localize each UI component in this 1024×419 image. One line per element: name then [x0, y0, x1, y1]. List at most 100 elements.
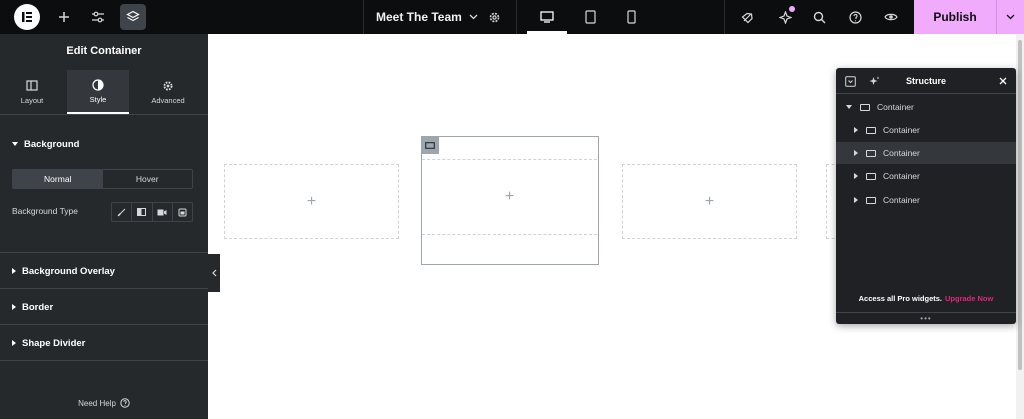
tab-normal[interactable]: Normal — [13, 170, 103, 188]
container-icon — [866, 196, 876, 204]
upgrade-now-link[interactable]: Upgrade Now — [945, 294, 993, 303]
sliders-icon[interactable] — [85, 0, 111, 34]
slideshow-icon[interactable] — [171, 203, 192, 221]
add-element-icon[interactable]: + — [505, 188, 514, 206]
divider — [516, 0, 517, 34]
structure-item[interactable]: Container — [836, 189, 1016, 211]
chevron-left-icon — [211, 269, 216, 277]
panel-title: Edit Container — [66, 45, 142, 57]
add-element-icon[interactable]: + — [705, 193, 714, 211]
container-handle[interactable] — [421, 136, 439, 154]
tab-label: Style — [89, 94, 107, 104]
background-type-label: Background Type — [12, 206, 78, 216]
section-title: Shape Divider — [22, 337, 86, 349]
section-title: Border — [22, 301, 54, 313]
brush-icon[interactable] — [112, 203, 131, 221]
publish-options-button[interactable] — [996, 0, 1024, 34]
resize-grip-icon[interactable]: ••• — [836, 312, 1016, 324]
chevron-down-icon — [1006, 14, 1015, 20]
need-help-link[interactable]: Need Help — [0, 398, 208, 408]
gear-icon[interactable] — [481, 0, 507, 34]
search-icon[interactable] — [806, 0, 832, 34]
scrollbar-thumb[interactable] — [1018, 40, 1022, 370]
structure-item-label: Container — [877, 102, 914, 112]
top-bar: Meet The Team Publish — [0, 0, 1024, 34]
inner-placeholder[interactable]: + — [422, 159, 597, 235]
tab-style[interactable]: Style — [67, 70, 129, 114]
container-icon — [866, 126, 876, 134]
pro-upsell-text: Access all Pro widgets. — [858, 294, 943, 303]
page-title-button[interactable]: Meet The Team — [376, 0, 478, 34]
structure-item-selected[interactable]: Container — [836, 142, 1016, 164]
elementor-logo[interactable] — [14, 4, 40, 30]
pro-upsell: Access all Pro widgets. Upgrade Now — [836, 294, 1016, 303]
notification-dot — [789, 6, 795, 12]
structure-item-label: Container — [883, 125, 920, 135]
panel-tabs: Layout Style Advanced — [0, 70, 208, 114]
layout-icon — [26, 80, 38, 92]
caret-right-icon — [854, 197, 858, 203]
sparkle-icon[interactable] — [772, 0, 798, 34]
tablet-icon[interactable] — [577, 0, 603, 34]
video-icon[interactable] — [151, 203, 172, 221]
divider — [0, 288, 208, 289]
ai-sparkle-icon[interactable] — [867, 74, 881, 88]
state-switcher: Normal Hover — [12, 169, 193, 189]
selected-container[interactable]: + — [421, 136, 599, 265]
background-type-choices — [111, 202, 193, 222]
caret-right-icon — [12, 268, 16, 274]
structure-panel: Structure Container Container Container … — [836, 68, 1016, 324]
structure-item[interactable]: Container — [836, 165, 1016, 187]
section-border[interactable]: Border — [12, 300, 53, 314]
divider — [0, 324, 208, 325]
caret-right-icon — [854, 127, 858, 133]
container-icon — [425, 141, 435, 149]
container-placeholder[interactable]: + — [224, 164, 399, 239]
structure-title: Structure — [905, 76, 946, 86]
help-icon[interactable] — [842, 0, 868, 34]
section-background-overlay[interactable]: Background Overlay — [12, 264, 115, 278]
rocket-icon[interactable] — [734, 0, 760, 34]
divider — [0, 252, 208, 253]
structure-item-label: Container — [883, 171, 920, 181]
desktop-icon[interactable] — [534, 0, 560, 34]
structure-item[interactable]: Container — [836, 119, 1016, 141]
layers-icon[interactable] — [120, 4, 146, 30]
divider — [0, 114, 208, 115]
tab-advanced[interactable]: Advanced — [137, 70, 199, 114]
gradient-icon[interactable] — [131, 203, 151, 221]
tab-label: Layout — [20, 95, 44, 105]
plus-icon[interactable] — [51, 0, 77, 34]
caret-right-icon — [12, 340, 16, 346]
collapse-panel-button[interactable] — [208, 254, 220, 292]
tab-hover[interactable]: Hover — [103, 170, 193, 188]
divider — [363, 0, 364, 34]
help-icon — [120, 398, 130, 408]
gear-icon — [162, 80, 174, 92]
add-element-icon[interactable]: + — [307, 193, 316, 211]
tab-label: Advanced — [151, 95, 185, 105]
caret-down-icon — [846, 105, 852, 109]
tab-layout[interactable]: Layout — [1, 70, 63, 114]
publish-button[interactable]: Publish — [914, 0, 996, 34]
need-help-label: Need Help — [78, 398, 116, 408]
caret-right-icon — [12, 304, 16, 310]
section-title: Background Overlay — [22, 265, 115, 277]
container-placeholder[interactable]: + — [622, 164, 797, 239]
page-title: Meet The Team — [376, 10, 462, 24]
collapse-all-icon[interactable] — [843, 74, 857, 88]
structure-item-label: Container — [883, 148, 920, 158]
structure-item-label: Container — [883, 195, 920, 205]
section-title: Background — [24, 138, 80, 150]
structure-item-root[interactable]: Container — [836, 96, 1016, 118]
section-shape-divider[interactable]: Shape Divider — [12, 336, 85, 350]
container-icon — [860, 103, 870, 111]
close-icon[interactable] — [996, 74, 1010, 88]
container-icon — [866, 172, 876, 180]
section-background[interactable]: Background — [12, 137, 79, 151]
eye-icon[interactable] — [878, 0, 904, 34]
caret-right-icon — [854, 173, 858, 179]
half-circle-icon — [92, 78, 104, 91]
caret-down-icon — [12, 142, 18, 146]
mobile-icon[interactable] — [618, 0, 644, 34]
